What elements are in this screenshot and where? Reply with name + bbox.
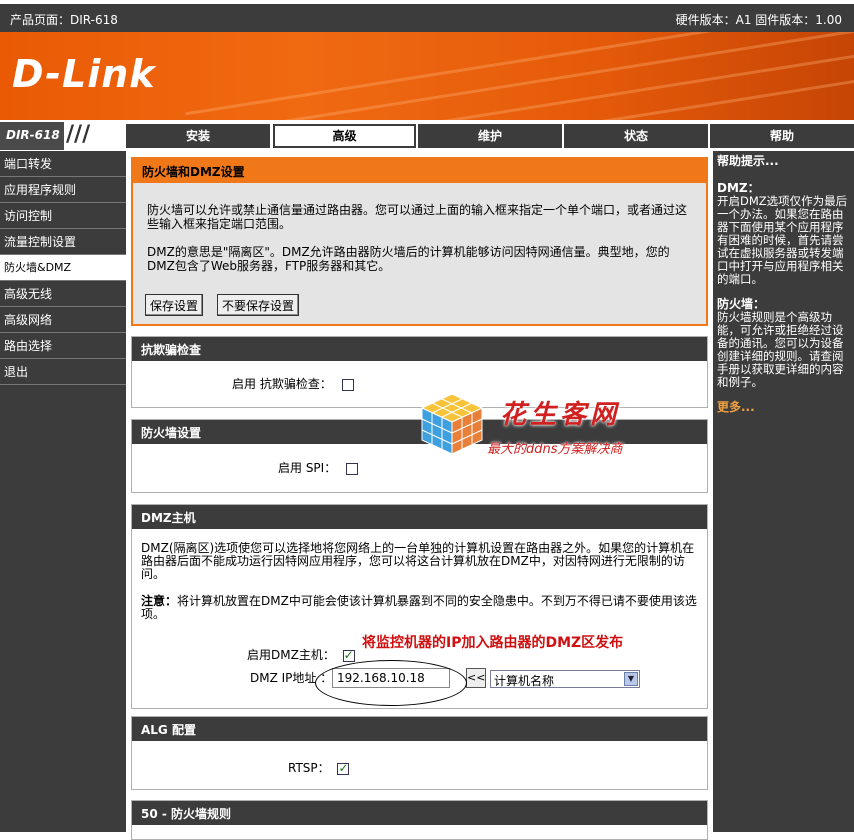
top-info-bar: 产品页面：DIR-618 硬件版本：A1 固件版本：1.00 [0,0,854,32]
dmz-description: DMZ(隔离区)选项使您可以选择地将您网络上的一台单独的计算机设置在路由器之外。… [141,541,695,581]
sidebar: 端口转发 应用程序规则 访问控制 流量控制设置 防火墙&DMZ 高级无线 高级网… [0,151,126,832]
watermark-slogan: 最大的ddns方案解决商 [487,442,623,457]
help-dmz-text: 开启DMZ选项仅作为最后一个办法。如果您在路由器下面使用某个应用程序有困难的时候… [717,194,848,286]
slash-decoration: /// [64,122,124,150]
tab-setup[interactable]: 安装 [126,124,270,148]
sidebar-item-advanced-network[interactable]: 高级网络 [0,307,126,333]
sidebar-item-port-forwarding[interactable]: 端口转发 [0,151,126,177]
main-content: 防火墙和DMZ设置 防火墙可以允许或禁止通信量通过路由器。您可以通过上面的输入框… [127,151,712,840]
nav-row: DIR-618 /// 安装 高级 维护 状态 帮助 [0,122,854,150]
sidebar-item-advanced-wireless[interactable]: 高级无线 [0,281,126,307]
model-label: DIR-618 /// [0,122,124,150]
save-button[interactable]: 保存设置 [145,294,204,316]
computer-name-select[interactable]: 计算机名称 ▼ [490,670,640,688]
firewall-rules-section: 50 - 防火墙规则 [131,800,708,840]
rtsp-label: RTSP： [288,761,330,775]
main-tabs: 安装 高级 维护 状态 帮助 [126,122,854,150]
help-more-link[interactable]: 更多... [717,401,850,414]
copy-computer-ip-button[interactable]: << [466,668,486,688]
computer-name-selected: 计算机名称 [494,674,555,688]
dmz-note-text: 将计算机放置在DMZ中可能会使该计算机暴露到不同的安全隐患中。不到万不得已请不要… [141,594,697,621]
model-name: DIR-618 [6,128,60,142]
anti-spoof-row: 启用 抗欺骗检查： [232,375,354,392]
spi-label: 启用 SPI： [278,461,337,475]
watermark-name: 花生客网 [500,400,621,430]
dlink-logo: D-Link [12,52,156,96]
dont-save-button[interactable]: 不要保存设置 [217,294,300,316]
intro-paragraph-firewall: 防火墙可以允许或禁止通信量通过路由器。您可以通过上面的输入框来指定一个单个端口，… [147,203,688,231]
intro-title: 防火墙和DMZ设置 [133,159,706,183]
chevron-down-icon: ▼ [624,672,638,686]
product-page-label: 产品页面：DIR-618 [10,13,118,27]
dmz-note: 注意：将计算机放置在DMZ中可能会使该计算机暴露到不同的安全隐患中。不到万不得已… [132,595,707,621]
sidebar-item-firewall-dmz[interactable]: 防火墙&DMZ [0,255,126,281]
sidebar-item-application-rules[interactable]: 应用程序规则 [0,177,126,203]
highlight-oval [315,660,467,706]
anti-spoof-title: 抗欺骗检查 [132,337,707,361]
dmz-host-title: DMZ主机 [132,505,707,529]
dmz-enable-label: 启用DMZ主机： [247,648,335,662]
tab-help[interactable]: 帮助 [710,124,854,148]
firewall-rules-title: 50 - 防火墙规则 [132,801,707,825]
rtsp-checkbox[interactable] [337,761,350,775]
alg-section: ALG 配置 RTSP： [131,716,708,790]
help-panel: 帮助提示... DMZ： 开启DMZ选项仅作为最后一个办法。如果您在路由器下面使… [713,151,854,832]
anti-spoof-label: 启用 抗欺骗检查： [232,377,332,391]
cube-logo-icon [420,393,484,455]
rtsp-row: RTSP： [288,759,350,776]
dmz-enable-row: 启用DMZ主机： [247,646,355,663]
sidebar-item-access-control[interactable]: 访问控制 [0,203,126,229]
version-info: 硬件版本：A1 固件版本：1.00 [675,13,842,27]
help-title: 帮助提示... [717,154,779,168]
tab-advanced[interactable]: 高级 [273,124,416,148]
sidebar-item-routing[interactable]: 路由选择 [0,333,126,359]
brand-banner: D-Link [0,32,854,120]
intro-section: 防火墙和DMZ设置 防火墙可以允许或禁止通信量通过路由器。您可以通过上面的输入框… [131,157,708,326]
spi-row: 启用 SPI： [278,459,359,476]
tab-status[interactable]: 状态 [564,124,708,148]
help-firewall-text: 防火墙规则是个高级功能，可允许或拒绝经过设备的通讯。您可以为设备创建详细的规则。… [717,310,844,389]
dmz-enable-checkbox[interactable] [342,648,355,662]
tab-maintenance[interactable]: 维护 [418,124,562,148]
anti-spoof-checkbox[interactable] [341,378,354,391]
alg-title: ALG 配置 [132,717,707,741]
sidebar-item-traffic-control[interactable]: 流量控制设置 [0,229,126,255]
dmz-note-label: 注意： [141,594,178,608]
sidebar-item-logout[interactable]: 退出 [0,359,126,385]
red-annotation: 将监控机器的IP加入路由器的DMZ区发布 [362,635,624,651]
intro-paragraph-dmz: DMZ的意思是"隔离区"。DMZ允许路由器防火墙后的计算机能够访问因特网通信量。… [147,245,670,273]
spi-checkbox[interactable] [346,462,359,475]
